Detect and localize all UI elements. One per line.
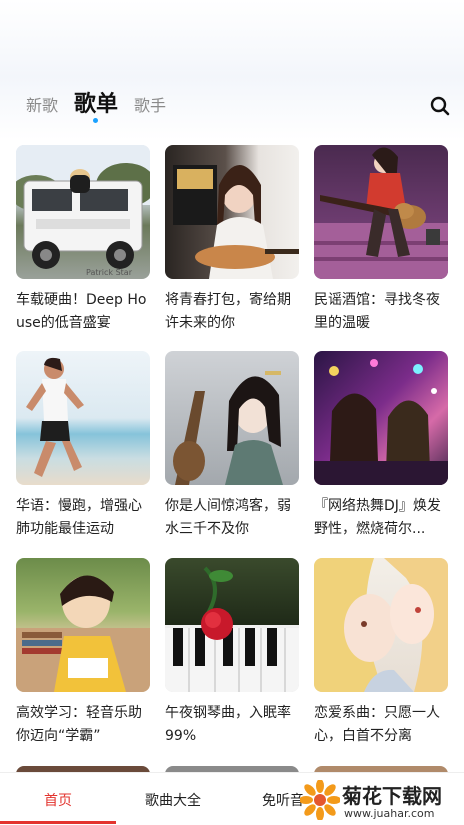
nav-home[interactable]: 首页 — [44, 790, 72, 810]
search-icon[interactable] — [430, 96, 450, 116]
watermark-url: www.juahar.com — [344, 807, 435, 820]
playlist-card[interactable]: 恋爱系曲：只愿一人心，白首不分离 — [314, 558, 448, 748]
playlist-card[interactable]: 民谣酒馆：寻找冬夜里的温暖 — [314, 145, 448, 335]
active-tab-indicator — [93, 118, 98, 123]
playlist-cover — [16, 351, 150, 485]
playlist-title: 恋爱系曲：只愿一人心，白首不分离 — [314, 705, 440, 744]
flower-logo-icon — [300, 780, 340, 820]
playlist-title: 将青春打包，寄给期许未来的你 — [165, 292, 291, 331]
cover-caption: Patrick Star — [86, 268, 132, 277]
playlist-cover — [314, 145, 448, 279]
tab-artists[interactable]: 歌手 — [134, 92, 166, 116]
nav-free-listen[interactable]: 免听音 — [262, 790, 304, 810]
nav-song-library[interactable]: 歌曲大全 — [145, 790, 201, 810]
playlist-cover — [314, 351, 448, 485]
playlist-cover — [165, 351, 299, 485]
playlist-title: 民谣酒馆：寻找冬夜里的温暖 — [314, 292, 440, 331]
playlist-card[interactable]: 高效学习：轻音乐助你迈向“学霸” — [16, 558, 150, 748]
playlist-title: 高效学习：轻音乐助你迈向“学霸” — [16, 705, 142, 744]
playlist-title: 你是人间惊鸿客，弱水三千不及你 — [165, 498, 291, 537]
playlist-cover — [16, 558, 150, 692]
watermark-title: 菊花下载网 — [342, 784, 442, 808]
playlist-cover: Patrick Star — [16, 145, 150, 279]
playlist-title: 午夜钢琴曲，入眠率99% — [165, 705, 291, 744]
playlist-card[interactable]: 你是人间惊鸿客，弱水三千不及你 — [165, 351, 299, 541]
tab-playlists[interactable]: 歌单 — [74, 86, 118, 118]
playlist-title: 车载硬曲！Deep House的低音盛宴 — [16, 292, 147, 331]
playlist-cover — [314, 558, 448, 692]
playlist-cover — [165, 145, 299, 279]
playlist-title: 华语：慢跑，增强心肺功能最佳运动 — [16, 498, 142, 537]
playlist-card[interactable]: 将青春打包，寄给期许未来的你 — [165, 145, 299, 335]
playlist-cover — [165, 558, 299, 692]
playlist-card[interactable]: 午夜钢琴曲，入眠率99% — [165, 558, 299, 748]
playlist-title: 『网络热舞DJ』焕发野性，燃烧荷尔... — [314, 498, 441, 537]
tab-new-songs[interactable]: 新歌 — [26, 92, 58, 116]
category-tabs: 新歌 歌单 歌手 — [0, 80, 464, 130]
watermark: 菊花下载网 www.juahar.com — [300, 776, 464, 824]
playlist-card[interactable]: 华语：慢跑，增强心肺功能最佳运动 — [16, 351, 150, 541]
playlist-card[interactable]: 『网络热舞DJ』焕发野性，燃烧荷尔... — [314, 351, 448, 541]
playlist-card[interactable]: Patrick Star 车载硬曲！Deep House的低音盛宴 — [16, 145, 150, 335]
